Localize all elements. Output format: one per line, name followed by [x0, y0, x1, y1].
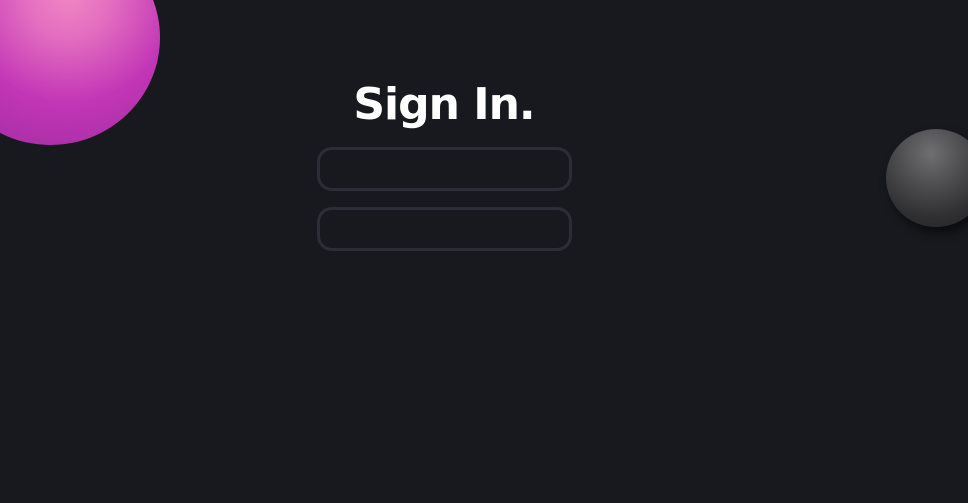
password-field[interactable]: [317, 207, 572, 251]
sign-in-page: Sign In.: [0, 0, 968, 503]
page-title: Sign In.: [353, 79, 535, 131]
decorative-dark-orb: [886, 129, 968, 227]
username-field[interactable]: [317, 147, 572, 191]
